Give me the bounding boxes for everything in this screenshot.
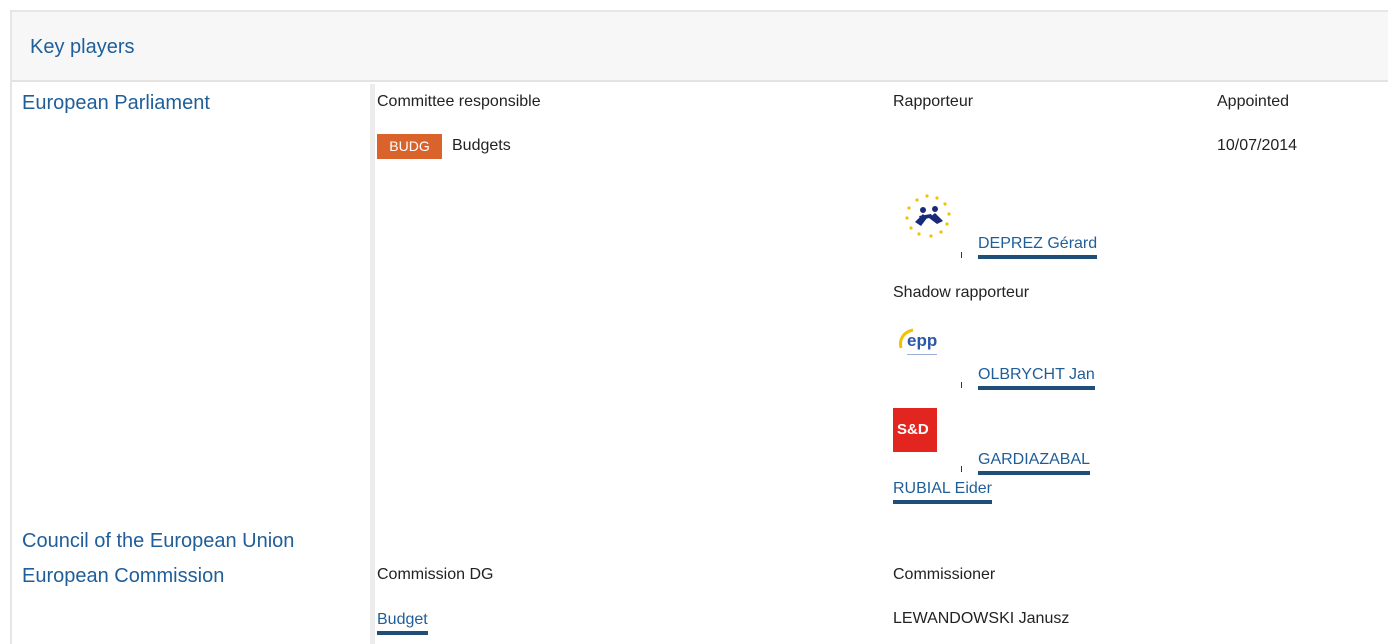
sd-group-logo-icon: S&D xyxy=(893,408,937,452)
alde-group-logo-icon xyxy=(905,194,962,258)
section-title: Key players xyxy=(30,36,135,58)
col-header-rapporteur: Rapporteur xyxy=(893,93,974,110)
col-header-committee: Committee responsible xyxy=(377,93,541,110)
logo-tick xyxy=(961,466,962,472)
committee-name: Budgets xyxy=(452,137,511,154)
institution-european-parliament[interactable]: European Parliament xyxy=(22,92,210,115)
committee-code-badge: BUDG xyxy=(377,134,442,159)
shadow-rapporteur-link-gardiazabal-line1[interactable]: GARDIAZABAL xyxy=(978,449,1091,475)
column-divider xyxy=(370,84,375,644)
epp-logo-text: epp xyxy=(907,331,937,350)
col-header-commissioner: Commissioner xyxy=(893,566,996,583)
section-header: Key players xyxy=(12,12,1388,82)
institution-council[interactable]: Council of the European Union xyxy=(22,530,294,553)
institution-column: European Parliament Council of the Europ… xyxy=(12,84,370,644)
col-header-appointed: Appointed xyxy=(1217,93,1290,110)
sd-logo-text: S&D xyxy=(897,421,929,438)
shadow-rapporteur-link-olbrycht[interactable]: OLBRYCHT Jan xyxy=(978,364,1095,390)
shadow-rapporteur-link-gardiazabal-line2[interactable]: RUBIAL Eider xyxy=(893,478,992,504)
appointed-date: 10/07/2014 xyxy=(1217,137,1298,154)
shadow-rapporteur-label: Shadow rapporteur xyxy=(893,284,1030,301)
commissioner-name: LEWANDOWSKI Janusz xyxy=(893,610,1070,627)
rapporteur-link[interactable]: DEPREZ Gérard xyxy=(978,233,1098,259)
epp-group-logo-icon: epp xyxy=(899,328,962,388)
commission-dg-link[interactable]: Budget xyxy=(377,609,428,635)
col-header-commission-dg: Commission DG xyxy=(377,566,494,583)
institution-european-commission[interactable]: European Commission xyxy=(22,565,224,588)
